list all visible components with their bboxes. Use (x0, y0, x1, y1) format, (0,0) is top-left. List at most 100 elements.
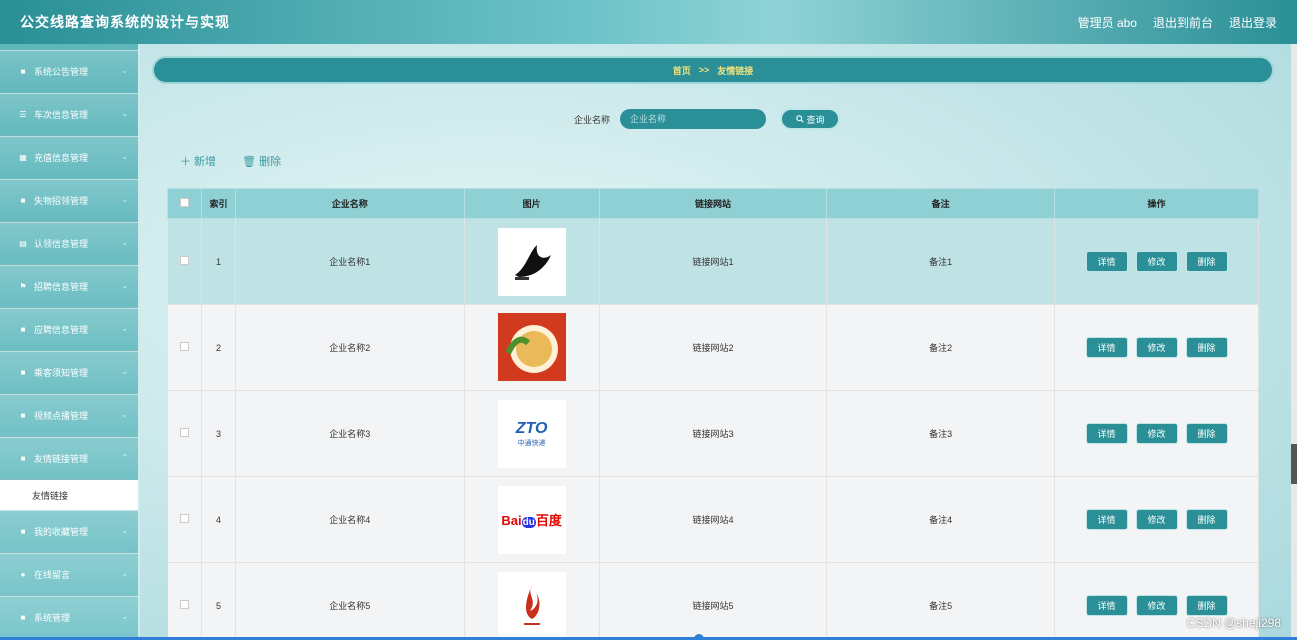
delete-button[interactable]: 删除 (1185, 423, 1228, 444)
row-note: 备注3 (826, 390, 1056, 477)
row-site: 链接网站2 (599, 304, 828, 391)
batch-delete-button[interactable]: 🗑 删除 (242, 153, 281, 169)
col-image: 图片 (463, 188, 600, 219)
delete-button[interactable]: 删除 (1185, 251, 1228, 272)
sidebar-item-claims[interactable]: ▤ 认领信息管理 ⌄ (0, 222, 138, 265)
edit-button[interactable]: 修改 (1135, 423, 1178, 444)
detail-button[interactable]: 详情 (1085, 337, 1128, 358)
sidebar-item-links[interactable]: ■ 友情链接管理 ⌃ (0, 437, 138, 480)
chevron-down-icon: ⌄ (121, 324, 128, 333)
edit-button[interactable]: 修改 (1135, 595, 1178, 616)
table-header-row: 索引 企业名称 图片 链接网站 备注 操作 (167, 188, 1259, 219)
sidebar-item-recharge[interactable]: ▦ 充值信息管理 ⌄ (0, 136, 138, 179)
row-note: 备注4 (826, 476, 1056, 563)
delete-button[interactable]: 删除 (1185, 595, 1228, 616)
admin-user-link[interactable]: 管理员 abo (1078, 14, 1137, 31)
detail-button[interactable]: 详情 (1085, 509, 1128, 530)
grid9-icon: ▦ (19, 153, 27, 162)
col-note: 备注 (826, 188, 1056, 219)
company-logo-image: ZTO 中通快递 (497, 399, 566, 468)
row-checkbox[interactable] (179, 428, 189, 437)
sidebar-item-messages[interactable]: ● 在线留言 ⌄ (0, 553, 138, 596)
row-note: 备注5 (826, 562, 1056, 640)
detail-button[interactable]: 详情 (1085, 251, 1128, 272)
breadcrumb-home[interactable]: 首页 (673, 64, 691, 77)
sidebar-subitem-links[interactable]: 友情链接 (0, 480, 138, 510)
col-index: 索引 (200, 188, 236, 219)
flame-logo-icon (523, 584, 540, 625)
sidebar-item-apply[interactable]: ■ 应聘信息管理 ⌄ (0, 308, 138, 351)
list-icon: ☰ (19, 110, 27, 119)
edit-button[interactable]: 修改 (1135, 337, 1178, 358)
company-name-input[interactable] (620, 109, 767, 129)
edit-button[interactable]: 修改 (1135, 251, 1178, 272)
row-checkbox[interactable] (179, 342, 189, 351)
search-bar: 企业名称 查询 (574, 108, 841, 130)
sidebar-item-notice[interactable]: ■ 系统公告管理 ⌄ (0, 50, 138, 93)
table-row: 4 企业名称4 Baidu百度 链接网站4 备注4 详情 修改 删除 (167, 476, 1259, 563)
exit-to-front-link[interactable]: 退出到前台 (1153, 14, 1213, 31)
sidebar-item-system[interactable]: ■ 系统管理 ⌄ (0, 596, 138, 639)
bird-logo-icon (514, 244, 551, 280)
search-icon (795, 115, 804, 123)
sidebar-item-trips[interactable]: ☰ 车次信息管理 ⌄ (0, 93, 138, 136)
table-row: 3 企业名称3 ZTO 中通快递 链接网站3 备注3 详情 修改 删除 (167, 390, 1259, 477)
row-note: 备注1 (826, 218, 1056, 305)
search-button[interactable]: 查询 (780, 108, 841, 130)
zto-logo-text: ZTO (515, 419, 548, 437)
table-row: 1 企业名称1 链接网站1 备注1 详情 修改 删除 (167, 218, 1259, 305)
row-checkbox[interactable] (179, 256, 189, 265)
toolbar: ＋ 新增 🗑 删除 (180, 153, 281, 169)
sidebar-item-passenger-notes[interactable]: ■ 乘客须知管理 ⌄ (0, 351, 138, 394)
chevron-down-icon: ⌄ (121, 152, 128, 161)
sidebar-item-favorites[interactable]: ■ 我的收藏管理 ⌄ (0, 510, 138, 553)
food-logo-icon (497, 312, 566, 381)
scrollbar-thumb[interactable] (1291, 444, 1297, 484)
row-index: 3 (201, 390, 236, 477)
row-site: 链接网站5 (599, 562, 828, 640)
row-index: 5 (201, 562, 236, 640)
delete-button[interactable]: 删除 (1185, 337, 1228, 358)
logout-link[interactable]: 退出登录 (1229, 14, 1277, 31)
pin-icon: ● (20, 570, 26, 579)
sidebar-item-lost-found[interactable]: ■ 失物招领管理 ⌄ (0, 179, 138, 222)
row-name: 企业名称5 (235, 562, 465, 640)
row-actions: 详情 修改 删除 (1055, 251, 1258, 272)
row-checkbox[interactable] (179, 514, 189, 523)
chevron-down-icon: ⌄ (121, 281, 128, 290)
sidebar: ■ 系统公告管理 ⌄ ☰ 车次信息管理 ⌄ ▦ 充值信息管理 ⌄ ■ 失物招领管理 ⌄ ▤ 认领信… (0, 44, 138, 640)
add-button[interactable]: ＋ 新增 (180, 153, 216, 169)
row-index: 2 (201, 304, 236, 391)
row-name: 企业名称4 (235, 476, 465, 563)
sidebar-item-video[interactable]: ■ 视频点播管理 ⌄ (0, 394, 138, 437)
detail-button[interactable]: 详情 (1085, 423, 1128, 444)
edit-button[interactable]: 修改 (1135, 509, 1178, 530)
grid-icon: ■ (20, 454, 26, 463)
grid-icon: ■ (20, 67, 26, 76)
row-site: 链接网站1 (599, 218, 828, 305)
baidu-logo-text: Baidu百度 (501, 513, 562, 528)
progress-handle[interactable] (694, 634, 704, 640)
chevron-down-icon: ⌄ (121, 66, 128, 75)
chevron-down-icon: ⌄ (121, 526, 128, 535)
zto-logo-subtext: 中通快递 (517, 439, 546, 447)
row-checkbox[interactable] (179, 600, 189, 609)
row-index: 4 (201, 476, 236, 563)
chevron-up-icon: ⌃ (121, 453, 128, 462)
chevron-down-icon: ⌄ (121, 569, 128, 578)
page-scrollbar[interactable] (1291, 44, 1297, 640)
row-actions: 详情 修改 删除 (1055, 509, 1258, 530)
watermark: CSDN @sheji298 (1186, 616, 1281, 630)
detail-button[interactable]: 详情 (1085, 595, 1128, 616)
sidebar-item-recruit[interactable]: ⚑ 招聘信息管理 ⌄ (0, 265, 138, 308)
delete-button[interactable]: 删除 (1185, 509, 1228, 530)
select-all-checkbox[interactable] (179, 198, 189, 207)
row-site: 链接网站4 (599, 476, 828, 563)
table-row: 2 企业名称2 链接网站2 备注2 详情 修改 删除 (167, 304, 1259, 391)
breadcrumb: 首页 >> 友情链接 (152, 56, 1274, 84)
flag-icon: ⚑ (19, 282, 27, 291)
company-logo-image (497, 227, 566, 296)
main-content: 首页 >> 友情链接 企业名称 查询 ＋ 新增 🗑 删除 索引 企业名称 图片 … (140, 44, 1297, 640)
grid-icon: ■ (20, 196, 26, 205)
chevron-down-icon: ⌄ (121, 109, 128, 118)
